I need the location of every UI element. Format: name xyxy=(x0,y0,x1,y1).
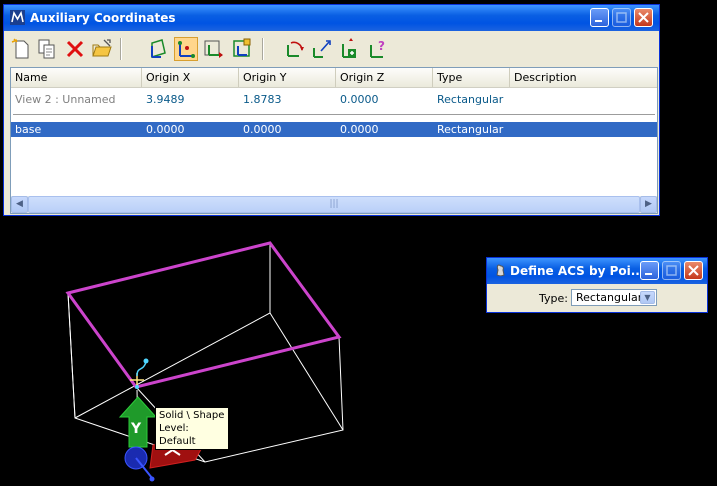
close-icon xyxy=(688,265,699,276)
minimize-icon xyxy=(645,273,652,275)
define-acs-window: Define ACS by Poi... Type: Rectangular ▼ xyxy=(486,257,708,313)
close-button[interactable] xyxy=(684,261,703,280)
maximize-icon xyxy=(666,265,677,276)
tooltip-level: Level: Default xyxy=(159,423,196,447)
tooltip-element-type: Solid \ Shape xyxy=(159,410,225,421)
minimize-button[interactable] xyxy=(640,261,659,280)
define-acs-title-bar[interactable]: Define ACS by Poi... xyxy=(487,258,707,284)
chevron-down-icon[interactable]: ▼ xyxy=(640,291,655,304)
element-tooltip: Solid \ Shape Level: Default xyxy=(155,407,229,450)
maximize-button[interactable] xyxy=(662,261,681,280)
design-viewport[interactable]: Y xyxy=(0,0,717,486)
type-select-value: Rectangular xyxy=(576,291,643,304)
triad-y-label: Y xyxy=(130,421,142,437)
define-acs-title: Define ACS by Poi... xyxy=(510,264,645,278)
highlighted-shape xyxy=(65,241,342,389)
pointer-tool-icon xyxy=(496,264,505,277)
type-select[interactable]: Rectangular ▼ xyxy=(571,289,657,306)
type-label: Type: xyxy=(539,292,568,305)
